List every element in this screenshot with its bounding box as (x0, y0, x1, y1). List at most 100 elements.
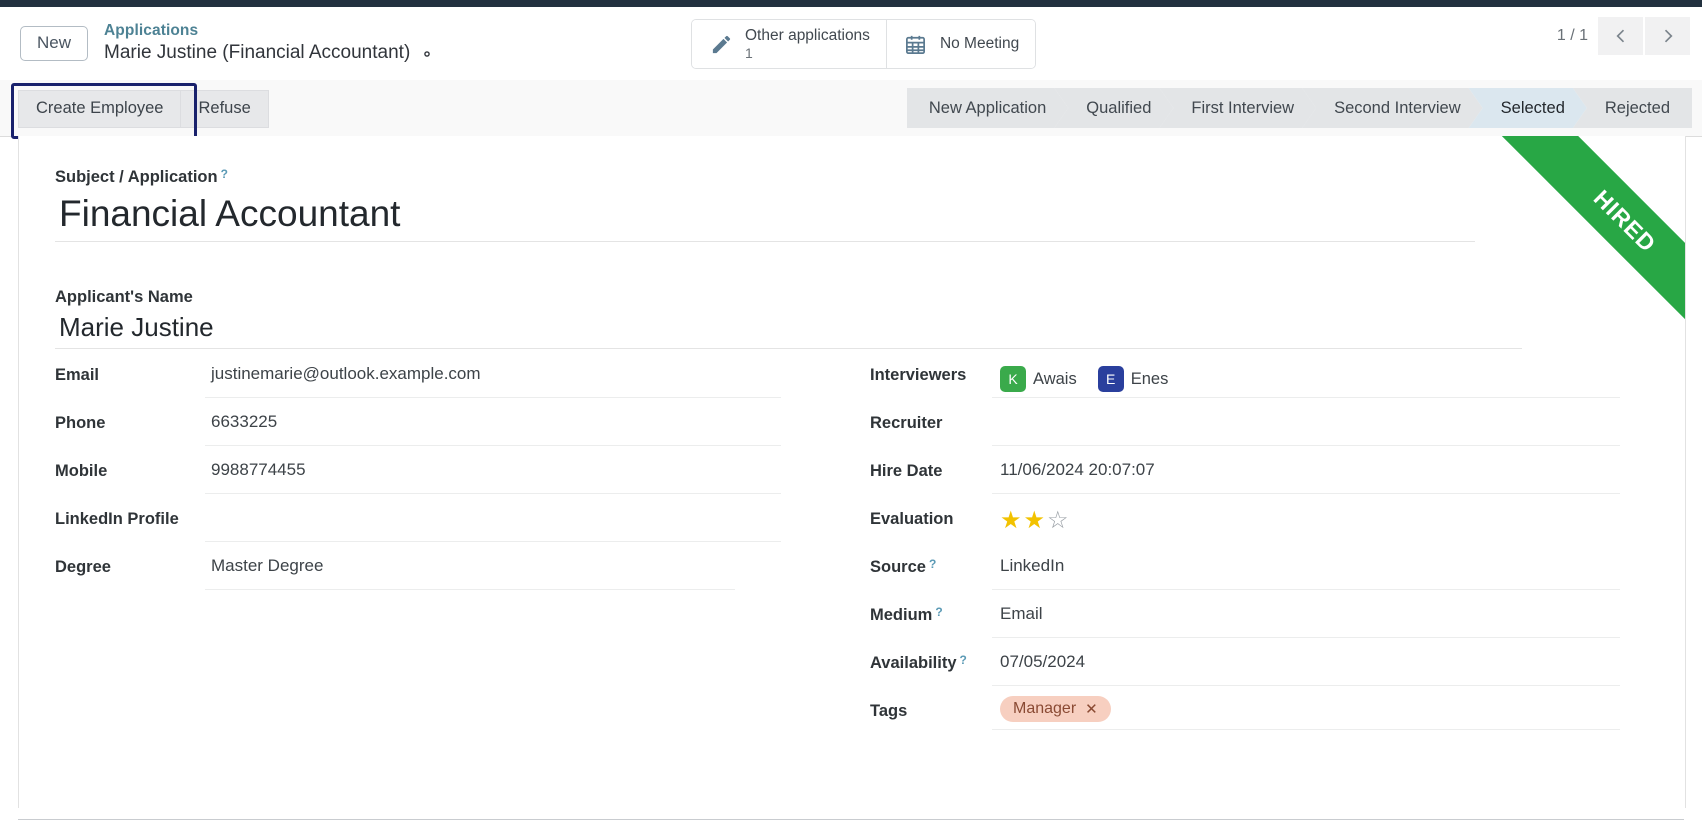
pager-count: 1 / 1 (1556, 27, 1588, 44)
hire-date-input[interactable]: 11/06/2024 20:07:07 (992, 454, 1620, 494)
phone-input[interactable]: 6633225 (205, 406, 781, 446)
evaluation-stars[interactable]: ★ ★ ☆ (1000, 508, 1620, 533)
window-top-strip (0, 0, 1702, 7)
applicant-name-label-text: Applicant's Name (55, 288, 193, 306)
applicant-name-label: Applicant's Name (55, 288, 1522, 307)
stat-value-other-applications: 1 (745, 44, 753, 61)
medium-input[interactable]: Email (992, 598, 1620, 638)
star-icon-3[interactable]: ☆ (1047, 509, 1069, 533)
field-row-source: Source ? LinkedIn (870, 550, 1620, 598)
tags-input[interactable]: Manager ✕ (992, 694, 1620, 730)
stat-button-text: Other applications 1 (745, 27, 870, 62)
interviewer-awais[interactable]: K Awais (1000, 366, 1077, 392)
recruiter-label: Recruiter (870, 414, 943, 432)
degree-label: Degree (55, 558, 111, 576)
source-input[interactable]: LinkedIn (992, 550, 1620, 590)
field-row-mobile: Mobile 9988774455 (55, 454, 825, 502)
mobile-input[interactable]: 9988774455 (205, 454, 781, 494)
stat-label-other-applications: Other applications (745, 26, 870, 44)
new-record-button[interactable]: New (20, 26, 89, 61)
field-row-linkedin: LinkedIn Profile (55, 502, 825, 550)
help-icon[interactable]: ? (935, 606, 942, 618)
stat-button-bar: Other applications 1 No Meeting (691, 19, 1037, 69)
chevron-right-icon[interactable] (1645, 17, 1690, 55)
star-icon-1[interactable]: ★ (1000, 509, 1022, 533)
action-status-row: Create Employee Refuse New Application Q… (0, 80, 1702, 139)
action-button-group: Create Employee Refuse (18, 90, 269, 128)
field-row-evaluation: Evaluation ★ ★ ☆ (870, 502, 1620, 550)
field-row-interviewers: Interviewers K Awais E Enes (870, 358, 1620, 406)
star-icon-2[interactable]: ★ (1024, 509, 1046, 533)
email-label: Email (55, 366, 100, 384)
stage-qualified[interactable]: Qualified (1054, 88, 1173, 128)
interviewer-enes[interactable]: E Enes (1097, 366, 1169, 392)
status-pipeline: New Application Qualified First Intervie… (907, 88, 1692, 128)
tag-manager[interactable]: Manager ✕ (1000, 696, 1111, 722)
degree-input[interactable]: Master Degree (205, 550, 735, 590)
interviewers-list: K Awais E Enes (1000, 364, 1620, 392)
stage-rejected[interactable]: Rejected (1572, 88, 1692, 128)
stat-button-other-applications[interactable]: Other applications 1 (692, 20, 887, 68)
hire-date-label: Hire Date (870, 462, 943, 480)
email-input[interactable]: justinemarie@outlook.example.com (205, 358, 781, 398)
subject-field-group: Subject / Application ? Financial Accoun… (55, 168, 1475, 242)
stat-button-no-meeting[interactable]: No Meeting (886, 20, 1036, 68)
field-row-hire-date: Hire Date 11/06/2024 20:07:07 (870, 454, 1620, 502)
help-icon[interactable]: ? (929, 558, 936, 570)
pencil-icon (708, 31, 734, 57)
stage-new-application[interactable]: New Application (907, 88, 1068, 128)
pager-buttons (1598, 17, 1690, 55)
stage-second-interview[interactable]: Second Interview (1302, 88, 1483, 128)
evaluation-label: Evaluation (870, 510, 954, 528)
form-sheet: HIRED Subject / Application ? Financial … (18, 136, 1686, 808)
availability-label: Availability ? (870, 646, 992, 673)
field-row-degree: Degree Master Degree (55, 550, 825, 598)
stat-button-text: No Meeting (940, 35, 1019, 53)
applicant-name-field-group: Applicant's Name Marie Justine (55, 288, 1522, 349)
tag-label: Manager (1013, 700, 1077, 717)
field-row-availability: Availability ? 07/05/2024 (870, 646, 1620, 694)
gear-icon[interactable] (419, 45, 435, 61)
form-columns: Email justinemarie@outlook.example.com P… (55, 358, 1655, 742)
phone-label: Phone (55, 414, 106, 432)
control-panel-left: New Applications Marie Justine (Financia… (0, 22, 435, 64)
availability-input[interactable]: 07/05/2024 (992, 646, 1620, 686)
source-label: Source ? (870, 550, 992, 577)
evaluation-input[interactable]: ★ ★ ☆ (992, 502, 1620, 541)
mobile-label: Mobile (55, 462, 108, 480)
close-icon[interactable]: ✕ (1085, 700, 1098, 718)
subject-label: Subject / Application ? (55, 168, 1475, 187)
application-window: New Applications Marie Justine (Financia… (0, 0, 1702, 820)
stat-label-no-meeting: No Meeting (939, 34, 1020, 52)
medium-label: Medium ? (870, 598, 992, 625)
calendar-icon (903, 31, 929, 57)
interviewers-input[interactable]: K Awais E Enes (992, 358, 1620, 398)
chevron-left-icon[interactable] (1598, 17, 1643, 55)
stage-first-interview[interactable]: First Interview (1159, 88, 1316, 128)
stage-selected[interactable]: Selected (1469, 88, 1587, 128)
record-pager: 1 / 1 (1557, 17, 1690, 55)
availability-label-text: Availability (870, 654, 957, 672)
interviewers-label: Interviewers (870, 366, 967, 384)
avatar: K (1000, 366, 1026, 392)
create-employee-button[interactable]: Create Employee (18, 90, 181, 128)
breadcrumb-parent-applications[interactable]: Applications (104, 22, 435, 41)
field-row-recruiter: Recruiter (870, 406, 1620, 454)
form-column-right: Interviewers K Awais E Enes Recruiter Hi… (870, 358, 1620, 742)
field-row-tags: Tags Manager ✕ (870, 694, 1620, 742)
interviewer-name: Enes (1130, 369, 1169, 388)
help-icon[interactable]: ? (960, 654, 967, 666)
linkedin-profile-label: LinkedIn Profile (55, 510, 179, 528)
recruiter-input[interactable] (992, 406, 1620, 446)
help-icon[interactable]: ? (221, 168, 228, 180)
subject-label-text: Subject / Application (55, 168, 218, 186)
linkedin-profile-input[interactable] (205, 502, 781, 542)
subject-input[interactable]: Financial Accountant (55, 189, 1475, 242)
breadcrumb-current-label: Marie Justine (Financial Accountant) (104, 42, 411, 64)
breadcrumb: Applications Marie Justine (Financial Ac… (104, 22, 435, 64)
breadcrumb-current: Marie Justine (Financial Accountant) (104, 41, 435, 64)
refuse-button[interactable]: Refuse (180, 90, 269, 128)
avatar: E (1097, 366, 1124, 392)
interviewer-name: Awais (1033, 369, 1077, 388)
applicant-name-input[interactable]: Marie Justine (55, 309, 1522, 349)
